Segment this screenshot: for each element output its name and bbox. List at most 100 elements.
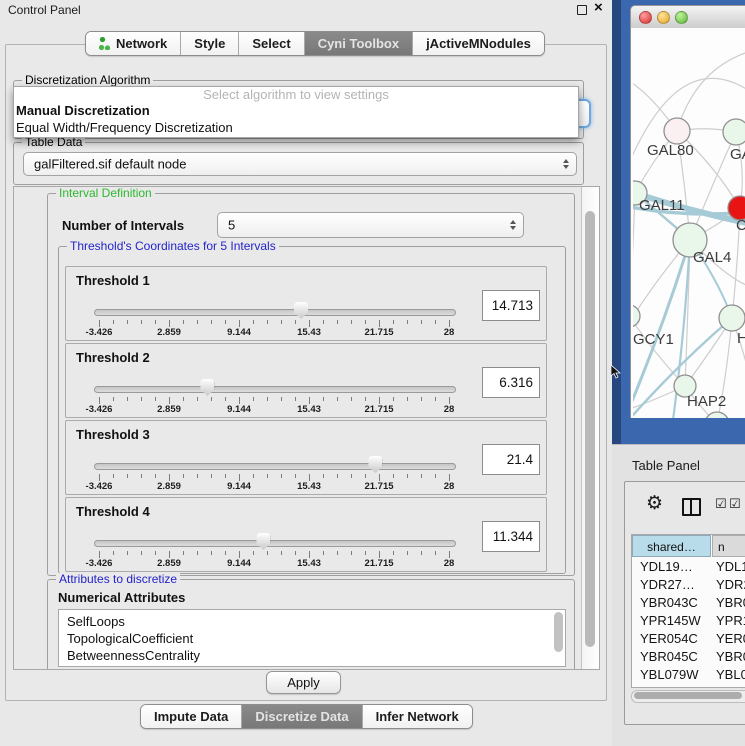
slider-handle[interactable] xyxy=(256,533,270,550)
control-panel-titlebar: Control Panel × xyxy=(0,0,612,18)
tick-label: 28 xyxy=(444,481,455,492)
slider-track[interactable] xyxy=(94,309,456,316)
threshold-value-field[interactable]: 6.316 xyxy=(482,367,540,398)
scrollbar-thumb[interactable] xyxy=(634,692,742,699)
threshold-label: Threshold 2 xyxy=(76,350,150,365)
apply-button[interactable]: Apply xyxy=(266,671,341,694)
column-header-shared-name[interactable]: shared… xyxy=(632,535,711,557)
tab-impute-data[interactable]: Impute Data xyxy=(141,705,242,728)
network-icon xyxy=(99,37,110,50)
table-row[interactable]: YBL079WYBL0 xyxy=(632,666,745,683)
tick-label: 28 xyxy=(444,327,455,338)
tick-label: 2.859 xyxy=(157,404,181,415)
node-table: shared… n YDL19…YDL1YDR27…YDR2YBR043CYBR… xyxy=(631,534,745,688)
popup-placeholder: Select algorithm to view settings xyxy=(14,87,578,102)
tab-select[interactable]: Select xyxy=(239,32,304,55)
network-node[interactable] xyxy=(705,412,729,418)
threshold-panel: Threshold 1-3.4262.8599.14415.4321.71528… xyxy=(65,266,547,341)
float-icon[interactable] xyxy=(577,5,587,15)
cell-name: YBR0 xyxy=(716,648,745,666)
checkbox-icon[interactable]: ☑ xyxy=(729,497,741,512)
tab-cyni-toolbox[interactable]: Cyni Toolbox xyxy=(305,32,413,55)
threshold-panel: Threshold 3-3.4262.8599.14415.4321.71528… xyxy=(65,420,547,495)
list-item[interactable]: TopologicalCoefficient xyxy=(67,630,193,647)
top-tabbar: Network Style Select Cyni ToolboxjActiveMNo… xyxy=(85,31,545,56)
network-and-table-region: GAL80GACGAL11GAL4GCY1HHAP2 Table Panel ⚙… xyxy=(612,0,745,745)
network-canvas[interactable]: GAL80GACGAL11GAL4GCY1HHAP2 xyxy=(630,28,745,418)
attributes-list[interactable]: SelfLoopsTopologicalCoefficientBetweenne… xyxy=(58,609,566,667)
network-window-titlebar[interactable] xyxy=(630,5,745,30)
list-item[interactable]: SelfLoops xyxy=(67,613,125,630)
slider-track[interactable] xyxy=(94,463,456,470)
tick-label: 2.859 xyxy=(157,327,181,338)
network-node-h[interactable] xyxy=(719,305,745,331)
tick-label: 21.715 xyxy=(364,481,393,492)
tab-label: Style xyxy=(194,36,225,51)
table-data-combobox[interactable]: galFiltered.sif default node xyxy=(23,152,577,176)
number-of-intervals-label: Number of Intervals xyxy=(62,218,184,233)
node-label: HAP2 xyxy=(687,393,726,410)
node-label: GAL80 xyxy=(647,142,694,159)
group-legend: Threshold's Coordinates for 5 Intervals xyxy=(67,240,279,253)
threshold-value-field[interactable]: 21.4 xyxy=(482,444,540,475)
list-scrollbar[interactable] xyxy=(554,612,563,652)
threshold-value-field[interactable]: 14.713 xyxy=(482,290,540,321)
tab-infer-network[interactable]: Infer Network xyxy=(363,705,472,728)
table-row[interactable]: YPR145WYPR1 xyxy=(632,612,745,630)
table-panel: Table Panel ⚙ ☑ ☑ shared… n YDL19…YDL1YD… xyxy=(612,444,745,746)
close-icon[interactable]: × xyxy=(594,0,603,16)
table-row[interactable]: YBR043CYBR0 xyxy=(632,594,745,612)
slider-track[interactable] xyxy=(94,540,456,547)
gear-icon[interactable]: ⚙ xyxy=(646,492,663,514)
slider-handle[interactable] xyxy=(200,379,214,396)
table-row[interactable]: YDL19…YDL1 xyxy=(632,558,745,576)
tab-network[interactable]: Network xyxy=(86,32,181,55)
cell-name: YBR0 xyxy=(716,594,745,612)
spinner-icon xyxy=(510,220,516,230)
minimize-light[interactable] xyxy=(657,11,670,24)
network-graph: GAL80GACGAL11GAL4GCY1HHAP2 xyxy=(633,28,745,418)
tick-label: 15.43 xyxy=(297,558,321,569)
control-panel: Control Panel × Network Style Select Cyni T… xyxy=(0,0,612,745)
network-node-ga[interactable] xyxy=(723,119,745,145)
cell-shared-name: YDL19… xyxy=(640,558,693,576)
tab-jactivemnodules[interactable]: jActiveMNodules xyxy=(413,32,544,55)
table-row[interactable]: YER054CYER0 xyxy=(632,630,745,648)
popup-item[interactable]: Equal Width/Frequency Discretization xyxy=(14,119,578,136)
column-header-name[interactable]: n xyxy=(712,535,745,557)
zoom-light[interactable] xyxy=(675,11,688,24)
tick-label: 9.144 xyxy=(227,558,251,569)
table-row[interactable]: YBR045CYBR0 xyxy=(632,648,745,666)
list-item[interactable]: BetweennessCentrality xyxy=(67,647,200,664)
slider-handle[interactable] xyxy=(294,302,308,319)
tab-style[interactable]: Style xyxy=(181,32,239,55)
node-label: H xyxy=(737,330,745,347)
slider-track[interactable] xyxy=(94,386,456,393)
popup-item[interactable]: Manual Discretization xyxy=(14,102,578,119)
table-rows: YDL19…YDL1YDR27…YDR2YBR043CYBR0YPR145WYP… xyxy=(632,558,745,683)
horizontal-scrollbar[interactable] xyxy=(631,690,745,703)
number-of-intervals-combobox[interactable]: 5 xyxy=(217,212,524,238)
interval-definition-group: Interval Definition Number of Intervals … xyxy=(47,193,575,576)
scrollbar-thumb[interactable] xyxy=(585,211,595,647)
tick-label: 9.144 xyxy=(227,481,251,492)
tick-label: 2.859 xyxy=(157,558,181,569)
network-node-gal80[interactable] xyxy=(664,118,690,144)
checkbox-icon[interactable]: ☑ xyxy=(715,497,727,512)
table-header: shared… n xyxy=(632,535,745,557)
cell-name: YPR1 xyxy=(716,612,745,630)
columns-icon[interactable] xyxy=(682,498,701,516)
vertical-scrollbar[interactable] xyxy=(581,187,599,669)
close-light[interactable] xyxy=(639,11,652,24)
node-label: GA xyxy=(730,146,745,163)
settings-scroll-area: Interval Definition Number of Intervals … xyxy=(13,186,600,670)
threshold-value-field[interactable]: 11.344 xyxy=(482,521,540,552)
threshold-label: Threshold 1 xyxy=(76,273,150,288)
node-label: GAL4 xyxy=(693,249,731,266)
table-row[interactable]: YDR27…YDR2 xyxy=(632,576,745,594)
tab-label: Select xyxy=(252,36,290,51)
slider-handle[interactable] xyxy=(368,456,382,473)
threshold-label: Threshold 4 xyxy=(76,504,150,519)
tab-discretize-data[interactable]: Discretize Data xyxy=(242,705,362,728)
tick-label: -3.426 xyxy=(86,481,113,492)
